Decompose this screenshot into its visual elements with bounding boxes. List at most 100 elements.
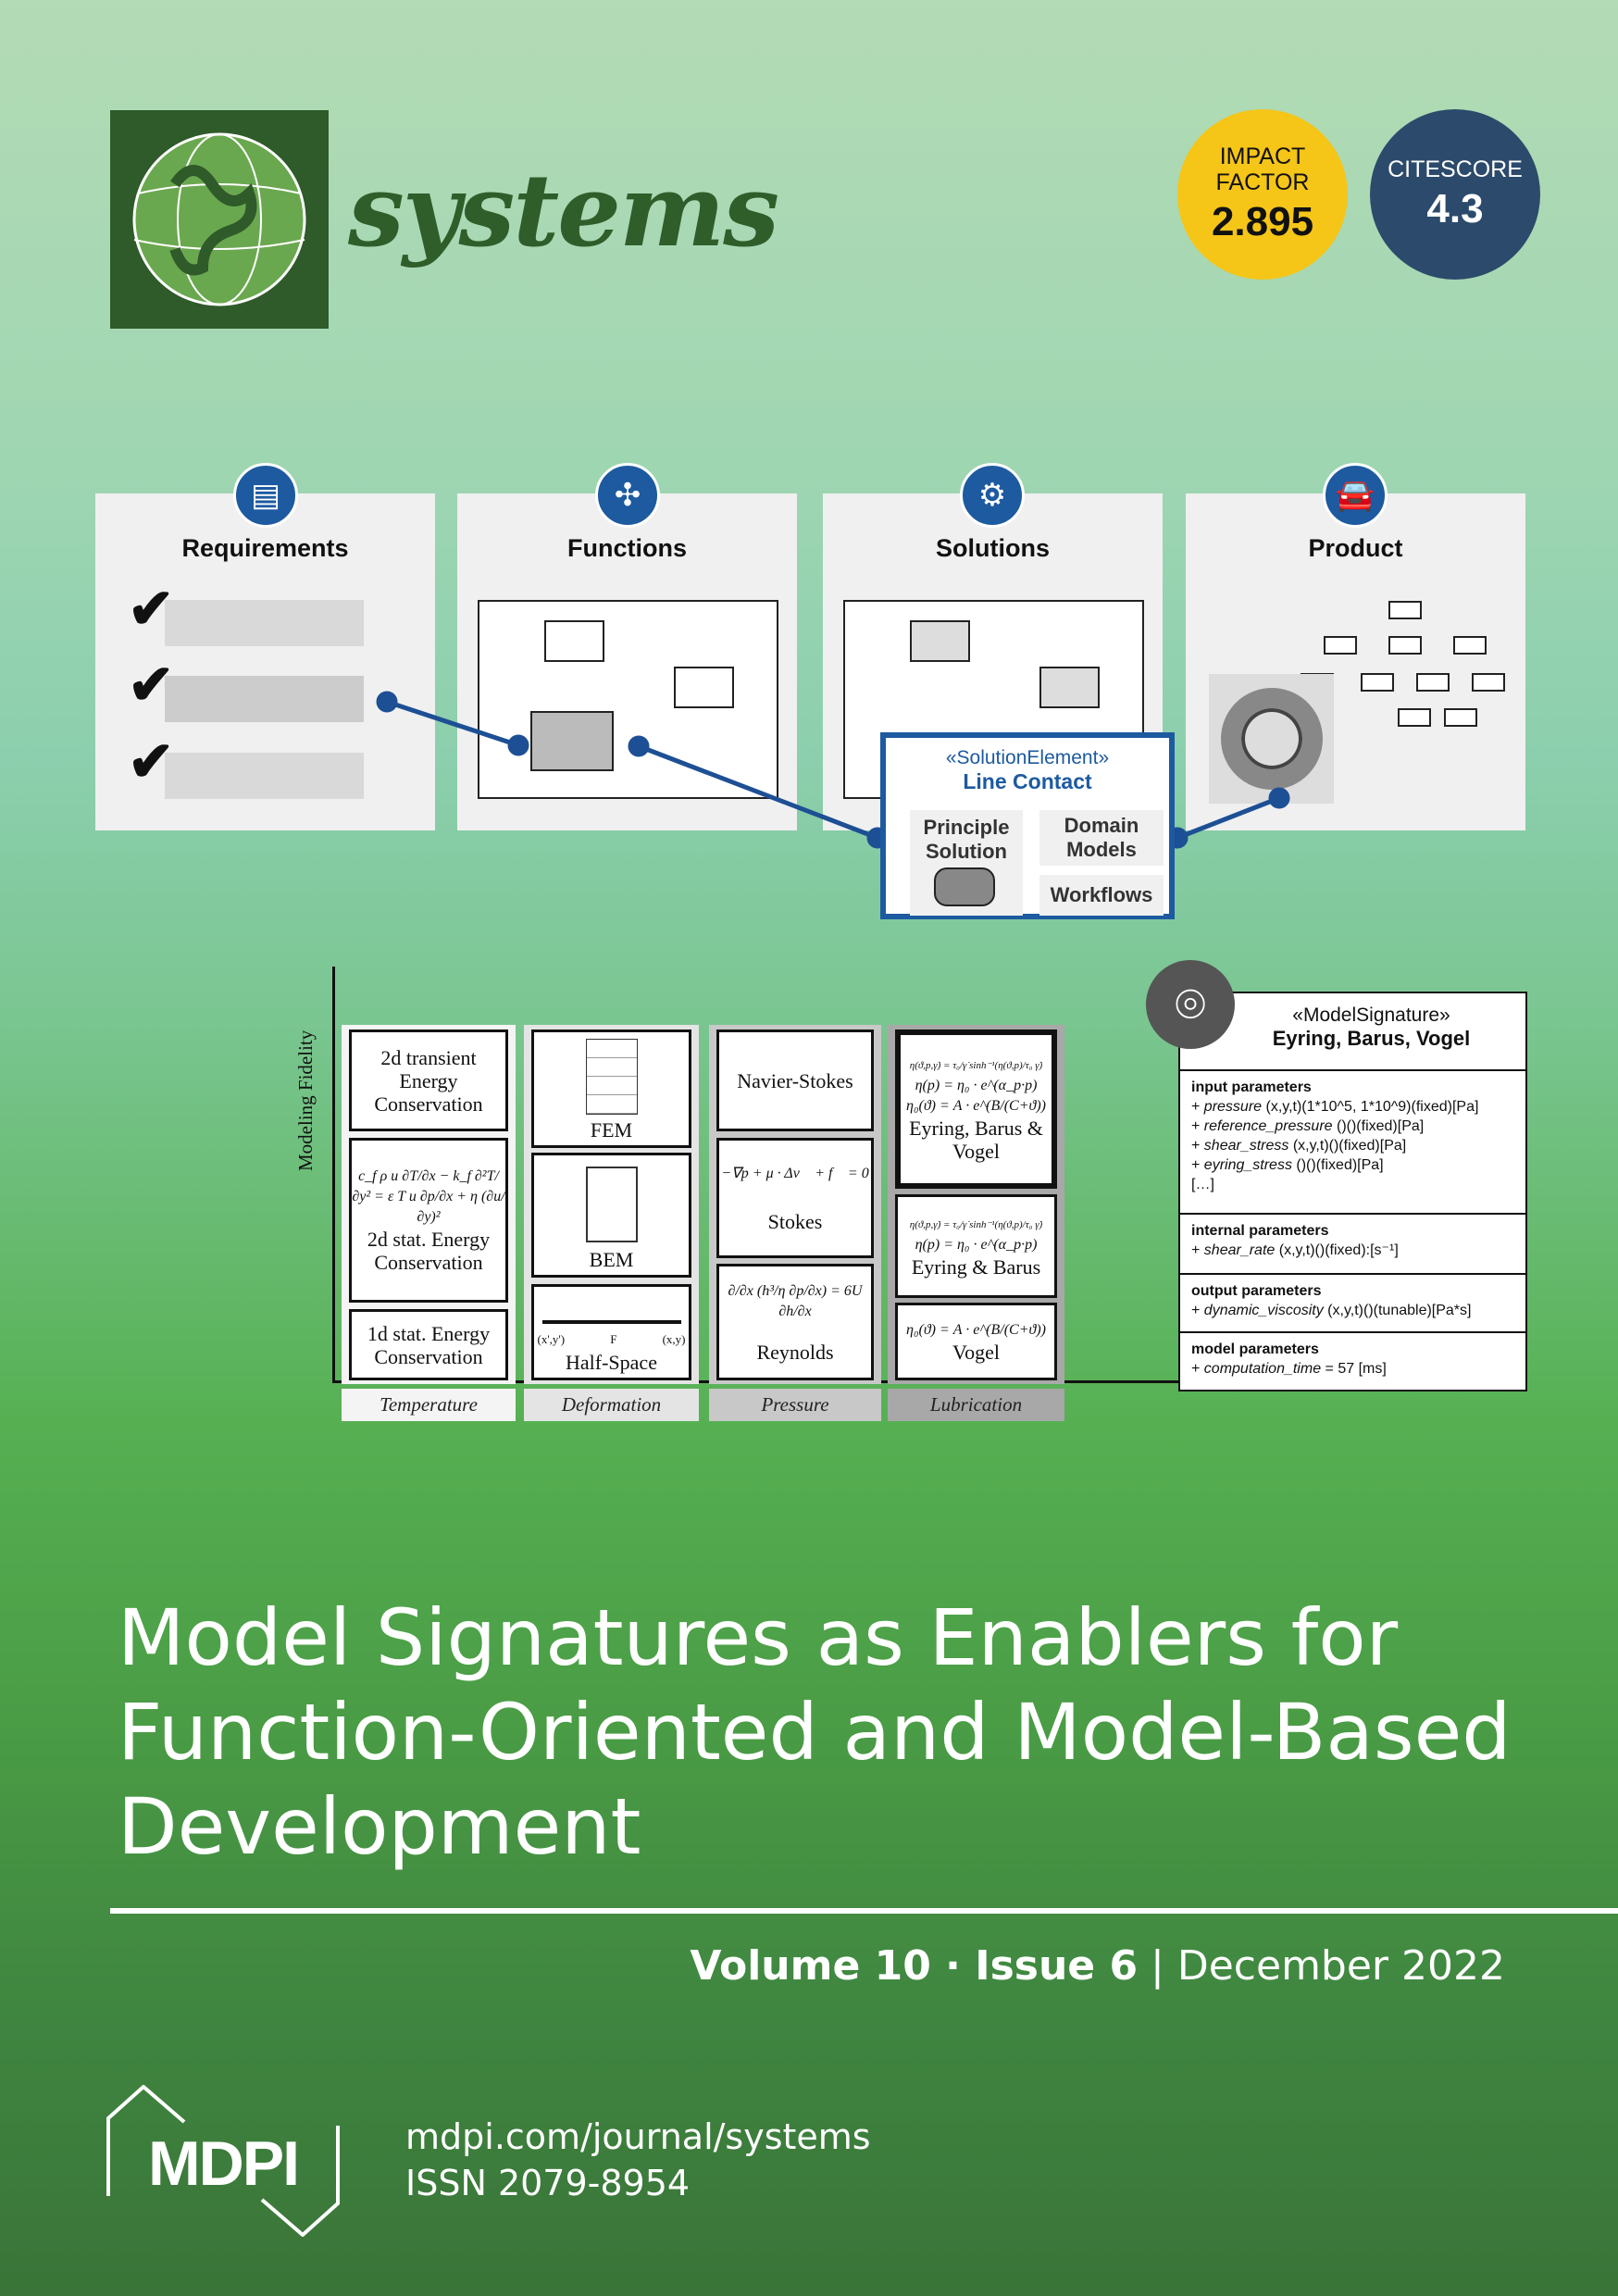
param-name: reference_pressure (1203, 1118, 1333, 1134)
issn: ISSN 2079-8954 (405, 2163, 691, 2203)
matrix-cell: (x',y') F (x,y) Half-Space (531, 1284, 691, 1380)
model-signature-box: «ModelSignature» Eyring, Barus, Vogel in… (1178, 992, 1527, 1391)
matrix-cell: −∇p + μ · Δv⃗ + f⃗ = 0 Stokes (716, 1138, 874, 1258)
matrix-cell: 2d transient Energy Conservation (349, 1029, 508, 1131)
param-spec: ()()(fixed)[Pa] (1332, 1118, 1425, 1134)
solution-element-stereotype: «SolutionElement» (945, 747, 1110, 768)
column-lubrication: η(ϑ,p,γ̇) = τ₀/γ̇ sinh⁻¹(η(ϑ,p)/τ₀ γ̇) η… (888, 1025, 1064, 1384)
cell-equation: η₀(ϑ) = A · e^(B/(C+ϑ)) (906, 1098, 1046, 1114)
cell-equation: c_f ρ u ∂T/∂x − k_f ∂²T/∂y² = ε T u ∂p/∂… (352, 1168, 505, 1225)
param-row: + eyring_stress ()()(fixed)[Pa] (1191, 1157, 1384, 1173)
matrix-cell: 1d stat. Energy Conservation (349, 1309, 508, 1380)
param-name: shear_rate (1203, 1242, 1276, 1258)
cell-label: 1d stat. Energy Conservation (367, 1321, 491, 1368)
matrix-cell: Navier-Stokes (716, 1029, 874, 1131)
cell-equation: η(p) = η₀ · e^(α_p·p) (915, 1078, 1038, 1093)
cell-label: Eyring, Barus & Vogel (909, 1117, 1043, 1163)
cell-label: 2d stat. Energy Conservation (367, 1228, 491, 1274)
separator: | (1138, 1942, 1177, 1990)
more-params: […] (1191, 1177, 1214, 1192)
bem-mesh-icon (585, 1167, 638, 1242)
param-row: + dynamic_viscosity (x,y,t)()(tunable)[P… (1191, 1303, 1472, 1318)
param-row: + pressure (x,y,t)(1*10^5, 1*10^9)(fixed… (1191, 1099, 1479, 1115)
fem-mesh-icon (585, 1039, 638, 1115)
cell-label: Half-Space (566, 1351, 657, 1374)
param-row: + computation_time = 57 [ms] (1191, 1361, 1387, 1377)
half-space-line (541, 1320, 681, 1324)
output-parameters-section: output parameters + dynamic_viscosity (x… (1180, 1273, 1525, 1331)
solution-element-name: Line Contact (963, 769, 1092, 793)
point-label: (x,y) (662, 1332, 686, 1346)
issue-date: December 2022 (1176, 1942, 1505, 1990)
cell-equation: η₀(ϑ) = A · e^(B/(C+ϑ)) (906, 1321, 1046, 1338)
cell-equation: ∂/∂x (h³/η ∂p/∂x) = 6U ∂h/∂x (728, 1282, 863, 1319)
matrix-cell: η₀(ϑ) = A · e^(B/(C+ϑ)) Vogel (895, 1303, 1057, 1380)
y-axis-label: Modeling Fidelity (294, 1029, 317, 1171)
column-label-temperature: Temperature (342, 1389, 516, 1421)
cell-label: FEM (590, 1118, 633, 1142)
fingerprint-icon: ⌾ (1146, 960, 1235, 1049)
cell-label: Navier-Stokes (737, 1068, 853, 1092)
param-row: + reference_pressure ()()(fixed)[Pa] (1191, 1118, 1425, 1134)
title-line: Function-Oriented and Model-Based (118, 1687, 1512, 1778)
column-label-lubrication: Lubrication (888, 1389, 1064, 1421)
section-title: input parameters (1191, 1079, 1312, 1095)
internal-parameters-section: internal parameters + shear_rate (x,y,t)… (1180, 1213, 1525, 1273)
article-title: Model Signatures as Enablers for Functio… (118, 1591, 1599, 1874)
issue-number: Issue 6 (975, 1942, 1139, 1990)
y-axis (332, 967, 335, 1383)
volume: Volume 10 (690, 1942, 931, 1990)
connector-lines (376, 691, 1290, 849)
domain-models-label: Domain Models (1064, 814, 1139, 861)
cell-label: BEM (589, 1248, 634, 1271)
model-signature-name: Eyring, Barus, Vogel (1272, 1027, 1471, 1050)
cell-label: Eyring & Barus (911, 1254, 1041, 1279)
param-row: + shear_stress (x,y,t)()(fixed)[Pa] (1191, 1138, 1407, 1154)
matrix-cell: η(ϑ,p,γ̇) = τ₀/γ̇ sinh⁻¹(η(ϑ,p)/τ₀ γ̇) η… (895, 1194, 1057, 1298)
point-label: (x',y') (537, 1332, 566, 1346)
cell-label: 2d transient Energy Conservation (374, 1045, 483, 1116)
cell-label: Reynolds (756, 1340, 834, 1364)
matrix-cell: FEM (531, 1029, 691, 1148)
column-temperature: 2d transient Energy Conservation c_f ρ u… (342, 1025, 516, 1384)
section-title: output parameters (1191, 1283, 1322, 1299)
param-spec: = 57 [ms] (1321, 1361, 1387, 1377)
param-name: dynamic_viscosity (1203, 1303, 1324, 1318)
journal-url[interactable]: mdpi.com/journal/systems (405, 2116, 871, 2157)
principle-solution-label: Principle Solution (923, 816, 1010, 863)
cell-equation: −∇p + μ · Δv⃗ + f⃗ = 0 (721, 1165, 869, 1181)
param-name: computation_time (1203, 1361, 1322, 1377)
matrix-cell: c_f ρ u ∂T/∂x − k_f ∂²T/∂y² = ε T u ∂p/∂… (349, 1138, 508, 1303)
domain-models: Domain Models (1039, 810, 1164, 866)
model-parameters-section: model parameters + computation_time = 57… (1180, 1331, 1525, 1385)
column-pressure: Navier-Stokes −∇p + μ · Δv⃗ + f⃗ = 0 Stok… (709, 1025, 881, 1384)
section-title: internal parameters (1191, 1223, 1329, 1239)
mdpi-logo: MDPI (106, 2085, 340, 2237)
param-name: shear_stress (1203, 1138, 1289, 1154)
title-line: Model Signatures as Enablers for (118, 1592, 1399, 1683)
cell-equation: η(p) = η₀ · e^(α_p·p) (915, 1236, 1038, 1253)
param-row: + shear_rate (x,y,t)()(fixed):[s⁻¹] (1191, 1242, 1399, 1258)
cell-equation: η(ϑ,p,γ̇) = τ₀/γ̇ sinh⁻¹(η(ϑ,p)/τ₀ γ̇) (909, 1218, 1043, 1230)
divider (110, 1908, 1618, 1914)
matrix-cell: BEM (531, 1153, 691, 1278)
section-title: model parameters (1191, 1341, 1319, 1357)
matrix-cell: ∂/∂x (h³/η ∂p/∂x) = 6U ∂h/∂x Reynolds (716, 1264, 874, 1380)
column-label-pressure: Pressure (709, 1389, 881, 1421)
cell-label: Vogel (952, 1340, 1000, 1364)
separator: · (930, 1942, 976, 1990)
input-parameters-section: input parameters + pressure (x,y,t)(1*10… (1180, 1069, 1525, 1213)
param-spec: (x,y,t)()(tunable)[Pa*s] (1323, 1303, 1472, 1318)
title-line: Development (118, 1781, 641, 1872)
param-spec: ()()(fixed)[Pa] (1291, 1157, 1384, 1173)
column-deformation: FEM BEM (x',y') F (x,y) Half-Space (524, 1025, 699, 1384)
column-label-deformation: Deformation (524, 1389, 699, 1421)
matrix-cell-selected: η(ϑ,p,γ̇) = τ₀/γ̇ sinh⁻¹(η(ϑ,p)/τ₀ γ̇) η… (895, 1029, 1057, 1189)
model-signature-stereotype: «ModelSignature» (1292, 1004, 1450, 1026)
param-spec: (x,y,t)(1*10^5, 1*10^9)(fixed)[Pa] (1262, 1099, 1479, 1115)
cell-label: Stokes (767, 1209, 823, 1233)
cylinder-icon (934, 867, 995, 906)
param-name: pressure (1203, 1099, 1263, 1115)
issue-info: Volume 10 · Issue 6 | December 2022 (690, 1942, 1505, 1990)
param-spec: (x,y,t)()(fixed)[Pa] (1288, 1138, 1407, 1154)
